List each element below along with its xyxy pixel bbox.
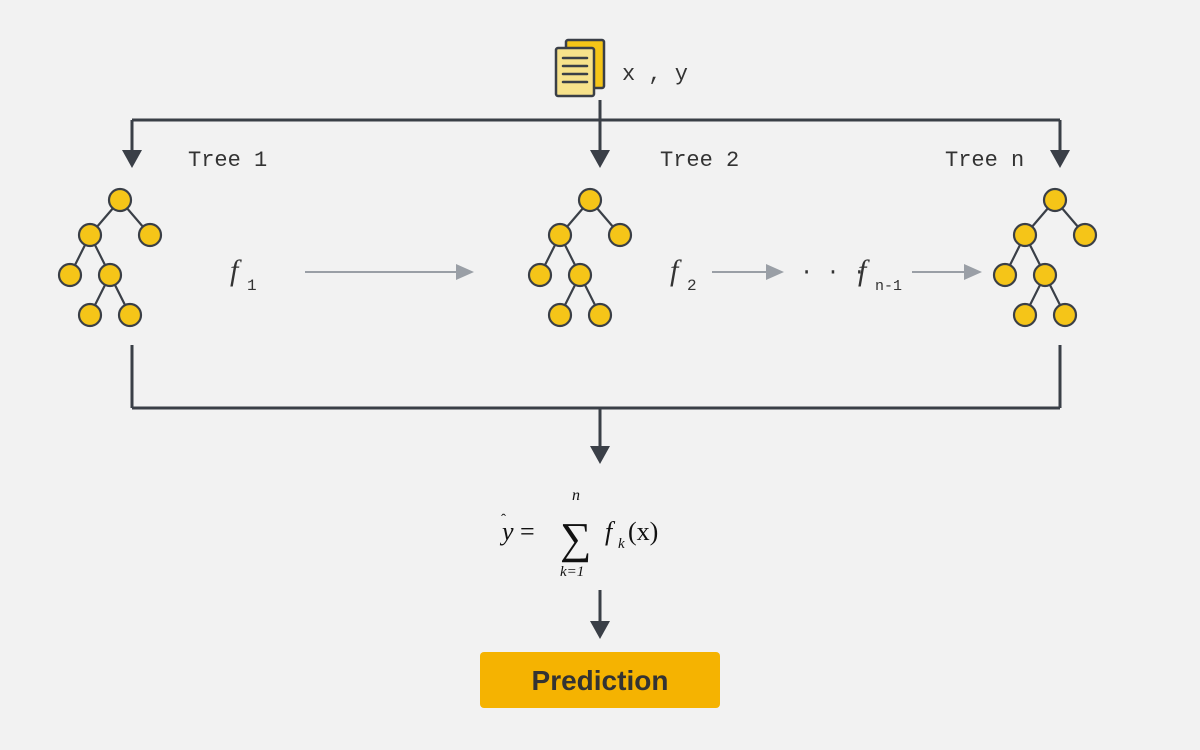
svg-text:n-1: n-1 (875, 278, 902, 295)
fn1-label: f n-1 (858, 254, 902, 295)
svg-text:f: f (230, 254, 242, 287)
svg-text:n: n (572, 487, 580, 504)
tree-1-label: Tree 1 (188, 148, 267, 173)
svg-text:k: k (618, 536, 625, 552)
arrow-f1-to-tree2 (305, 264, 474, 280)
tree-n-icon (994, 189, 1096, 326)
svg-text:ˆ: ˆ (501, 512, 506, 528)
bottom-merge-line (132, 345, 1060, 464)
tree-2-icon (529, 189, 631, 326)
data-label: x , y (622, 62, 688, 87)
data-documents-icon (556, 40, 604, 96)
svg-text:2: 2 (687, 277, 697, 295)
svg-text:f: f (858, 254, 870, 287)
svg-text:(x): (x) (628, 517, 658, 546)
svg-text:1: 1 (247, 277, 257, 295)
svg-text:k=1: k=1 (560, 564, 584, 580)
f1-label: f 1 (230, 254, 257, 295)
tree-1-icon (59, 189, 161, 326)
tree-2-label: Tree 2 (660, 148, 739, 173)
svg-text:f: f (605, 517, 616, 546)
prediction-box: Prediction (480, 652, 720, 708)
f2-label: f 2 (670, 254, 697, 295)
arrow-fn1-to-tree-n (912, 264, 982, 280)
arrow-f2-to-dots (712, 264, 784, 280)
sum-formula: y ˆ = ∑ n k=1 f k (x) (499, 487, 658, 580)
prediction-label: Prediction (532, 665, 669, 696)
svg-text:=: = (520, 517, 535, 546)
tree-n-label: Tree n (945, 148, 1024, 173)
ellipsis-dots: · · · (800, 260, 866, 285)
boosting-diagram: x , y Tree 1 Tree 2 Tree n (0, 0, 1200, 750)
arrow-formula-to-prediction (590, 590, 610, 639)
svg-text:f: f (670, 254, 682, 287)
svg-text:∑: ∑ (560, 514, 591, 563)
